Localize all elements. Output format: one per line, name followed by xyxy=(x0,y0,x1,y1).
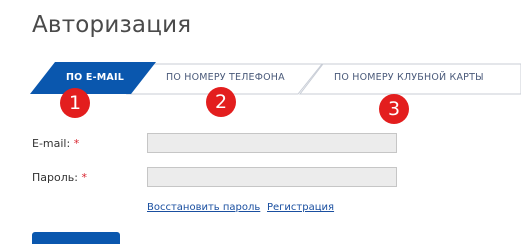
password-label: Пароль: * xyxy=(32,171,87,184)
email-label: E-mail: * xyxy=(32,137,79,150)
email-required-mark: * xyxy=(73,137,80,150)
email-label-text: E-mail: xyxy=(32,137,71,150)
tab-email[interactable]: ПО E-MAIL xyxy=(66,72,124,83)
login-button[interactable] xyxy=(32,232,120,244)
password-input[interactable] xyxy=(147,167,397,187)
annotation-badge-2: 2 xyxy=(206,87,236,117)
password-label-text: Пароль: xyxy=(32,171,78,184)
tab-club-card[interactable]: ПО НОМЕРУ КЛУБНОЙ КАРТЫ xyxy=(334,72,484,83)
page-title: Авторизация xyxy=(32,12,192,38)
register-link[interactable]: Регистрация xyxy=(267,202,334,213)
password-required-mark: * xyxy=(81,171,87,184)
email-input[interactable] xyxy=(147,133,397,153)
tab-phone[interactable]: ПО НОМЕРУ ТЕЛЕФОНА xyxy=(166,72,285,83)
annotation-badge-3: 3 xyxy=(379,94,409,124)
annotation-badge-1: 1 xyxy=(60,88,90,118)
restore-password-link[interactable]: Восстановить пароль xyxy=(147,202,260,213)
